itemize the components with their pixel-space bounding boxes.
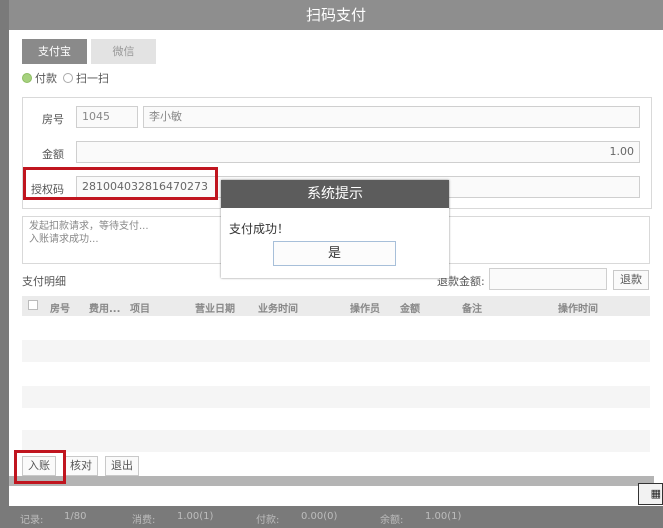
auth-code-highlight — [23, 167, 218, 200]
consume-label: 消费: — [132, 515, 156, 526]
balance-value: 1.00(1) — [425, 511, 462, 522]
amount-label: 金额 — [42, 148, 64, 161]
room-label: 房号 — [42, 113, 64, 126]
column-header[interactable]: 操作时间 — [558, 300, 598, 315]
guest-name-input[interactable]: 李小敏 — [143, 106, 640, 128]
column-header[interactable]: 营业日期 — [195, 300, 235, 315]
exit-button[interactable]: 退出 — [105, 456, 139, 476]
column-header[interactable]: 操作员 — [350, 300, 380, 315]
paid-label: 付款: — [256, 515, 280, 526]
radio-pay-label: 付款 — [35, 72, 57, 85]
column-header[interactable]: 备注 — [462, 300, 482, 315]
verify-button[interactable]: 核对 — [64, 456, 98, 476]
panel-bottom-bar — [9, 476, 654, 486]
column-header[interactable]: 金额 — [400, 300, 420, 315]
window-title: 扫码支付 — [9, 0, 663, 30]
post-button-highlight — [14, 450, 66, 484]
paid-value: 0.00(0) — [301, 511, 338, 522]
details-table-header: 房号 费用... 项目 营业日期 业务时间 操作员 金额 备注 操作时间 — [22, 296, 650, 316]
select-all-checkbox[interactable] — [28, 300, 38, 310]
dialog-title: 系统提示 — [221, 180, 449, 208]
refund-button[interactable]: 退款 — [613, 270, 649, 290]
dialog-ok-button[interactable]: 是 — [273, 241, 396, 266]
radio-unchecked-icon — [63, 73, 73, 83]
records-value: 1/80 — [64, 511, 87, 522]
table-row[interactable] — [22, 340, 650, 362]
room-input[interactable]: 1045 — [76, 106, 138, 128]
radio-pay[interactable]: 付款 — [22, 71, 57, 85]
grid-icon[interactable]: ▦ — [638, 483, 663, 505]
dialog-message: 支付成功！ — [229, 222, 290, 236]
column-header[interactable]: 房号 — [50, 300, 70, 315]
table-row[interactable] — [22, 430, 650, 452]
system-dialog: 系统提示 支付成功！ 是 — [221, 180, 449, 278]
column-header[interactable]: 项目 — [130, 300, 150, 315]
amount-input[interactable]: 1.00 — [76, 141, 640, 163]
radio-checked-icon — [22, 73, 32, 83]
refund-amount-input[interactable] — [489, 268, 607, 290]
tab-wechat[interactable]: 微信 — [91, 39, 156, 64]
column-header[interactable]: 业务时间 — [258, 300, 298, 315]
details-title: 支付明细 — [22, 275, 66, 288]
radio-scan[interactable]: 扫一扫 — [63, 71, 109, 85]
table-row[interactable] — [22, 386, 650, 408]
tab-alipay[interactable]: 支付宝 — [22, 39, 87, 64]
balance-label: 余额: — [380, 515, 404, 526]
records-label: 记录: — [20, 515, 44, 526]
radio-scan-label: 扫一扫 — [76, 72, 109, 85]
column-header[interactable]: 费用... — [89, 300, 120, 315]
consume-value: 1.00(1) — [177, 511, 214, 522]
